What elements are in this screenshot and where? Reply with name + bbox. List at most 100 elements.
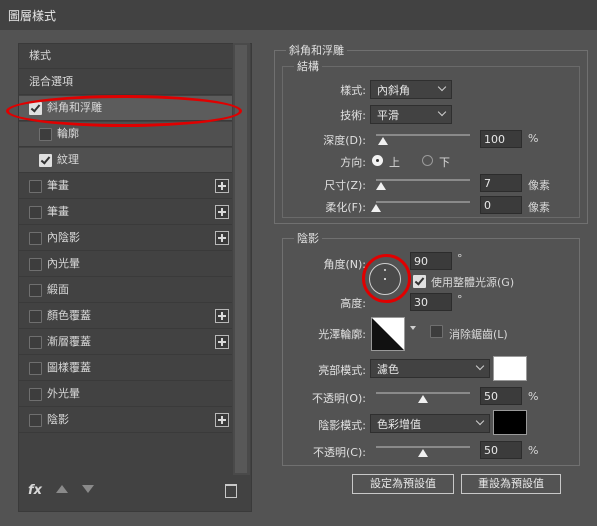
sidebar-item-stroke-2[interactable]: 筆畫 <box>19 200 232 225</box>
angle-input[interactable]: 90 <box>410 252 452 270</box>
size-slider[interactable] <box>376 179 470 181</box>
shadow-opacity-slider-handle[interactable] <box>418 449 428 457</box>
fx-icon[interactable]: fx <box>28 483 42 498</box>
section-title-structure: 結構 <box>294 58 322 74</box>
depth-slider-handle[interactable] <box>378 137 388 145</box>
stroke-1-checkbox[interactable] <box>29 180 42 193</box>
depth-input[interactable]: 100 <box>480 130 522 148</box>
gloss-contour-preview[interactable] <box>371 317 405 351</box>
sidebar-item-styles[interactable]: 樣式 <box>19 44 232 69</box>
size-slider-handle[interactable] <box>376 182 386 190</box>
technique-value: 平滑 <box>377 109 399 122</box>
add-stroke-icon[interactable] <box>215 179 229 193</box>
color-overlay-checkbox[interactable] <box>29 310 42 323</box>
sidebar-item-satin[interactable]: 緞面 <box>19 278 232 303</box>
inner-glow-checkbox[interactable] <box>29 258 42 271</box>
sidebar-item-label: 陰影 <box>47 413 69 426</box>
chevron-down-icon <box>437 107 447 117</box>
move-up-icon[interactable] <box>56 485 68 493</box>
highlight-mode-dropdown[interactable]: 濾色 <box>370 359 490 378</box>
shadow-opacity-input[interactable]: 50 <box>480 441 522 459</box>
add-gradient-overlay-icon[interactable] <box>215 335 229 349</box>
soften-unit: 像素 <box>528 201 550 214</box>
inner-shadow-checkbox[interactable] <box>29 232 42 245</box>
sidebar-item-inner-shadow[interactable]: 內陰影 <box>19 226 232 251</box>
highlight-opacity-label: 不透明(O): <box>312 392 366 405</box>
section-title-bevel: 斜角和浮雕 <box>286 42 347 58</box>
soften-label: 柔化(F): <box>325 201 366 214</box>
sidebar-item-label: 內陰影 <box>47 231 80 244</box>
chevron-down-icon[interactable] <box>410 326 416 330</box>
direction-down-radio[interactable] <box>422 155 433 166</box>
highlight-color-swatch[interactable] <box>493 356 527 381</box>
highlight-opacity-unit: % <box>528 390 539 403</box>
texture-checkbox[interactable] <box>39 154 52 167</box>
antialias-checkbox[interactable] <box>430 325 443 338</box>
gloss-contour-curve <box>372 318 404 350</box>
trash-icon[interactable] <box>225 484 237 498</box>
style-dropdown[interactable]: 內斜角 <box>370 80 452 99</box>
highlight-opacity-slider[interactable] <box>376 392 470 394</box>
highlight-opacity-input[interactable]: 50 <box>480 387 522 405</box>
add-drop-shadow-icon[interactable] <box>215 413 229 427</box>
sidebar-item-blending-options[interactable]: 混合選項 <box>19 70 232 95</box>
highlight-opacity-slider-handle[interactable] <box>418 395 428 403</box>
direction-label: 方向: <box>340 156 366 169</box>
sidebar-item-label: 圖樣覆蓋 <box>47 361 91 374</box>
soften-input[interactable]: 0 <box>480 196 522 214</box>
global-light-checkbox[interactable] <box>413 275 426 288</box>
sidebar-item-outer-glow[interactable]: 外光暈 <box>19 382 232 407</box>
sidebar-item-label: 內光暈 <box>47 257 80 270</box>
chevron-down-icon <box>437 82 447 92</box>
outer-glow-checkbox[interactable] <box>29 388 42 401</box>
window-titlebar: 圖層樣式 <box>0 0 597 30</box>
shadow-opacity-unit: % <box>528 444 539 457</box>
style-label: 樣式: <box>340 84 366 97</box>
add-inner-shadow-icon[interactable] <box>215 231 229 245</box>
window-title: 圖層樣式 <box>8 9 57 23</box>
soften-slider[interactable] <box>376 201 470 203</box>
sidebar-item-drop-shadow[interactable]: 陰影 <box>19 408 232 433</box>
make-default-button[interactable]: 設定為預設值 <box>352 474 454 494</box>
technique-dropdown[interactable]: 平滑 <box>370 105 452 124</box>
shadow-opacity-slider[interactable] <box>376 446 470 448</box>
move-down-icon[interactable] <box>82 485 94 493</box>
gradient-overlay-checkbox[interactable] <box>29 336 42 349</box>
gloss-contour-label: 光澤輪廓: <box>318 328 366 341</box>
sidebar-item-pattern-overlay[interactable]: 圖樣覆蓋 <box>19 356 232 381</box>
annotation-highlight-oval <box>6 95 242 127</box>
sidebar-item-label: 顏色覆蓋 <box>47 309 91 322</box>
sidebar-item-inner-glow[interactable]: 內光暈 <box>19 252 232 277</box>
stroke-2-checkbox[interactable] <box>29 206 42 219</box>
pattern-overlay-checkbox[interactable] <box>29 362 42 375</box>
chevron-down-icon <box>475 416 485 426</box>
altitude-input[interactable]: 30 <box>410 293 452 311</box>
sidebar-item-color-overlay[interactable]: 顏色覆蓋 <box>19 304 232 329</box>
section-title-shading: 陰影 <box>294 230 322 246</box>
altitude-label: 高度: <box>340 297 366 310</box>
sidebar-item-label: 緞面 <box>47 283 69 296</box>
soften-slider-handle[interactable] <box>371 204 381 212</box>
sidebar-item-texture[interactable]: 紋理 <box>19 148 232 173</box>
satin-checkbox[interactable] <box>29 284 42 297</box>
sidebar-item-label: 樣式 <box>29 49 51 62</box>
add-color-overlay-icon[interactable] <box>215 309 229 323</box>
highlight-mode-value: 濾色 <box>377 363 399 376</box>
direction-up-radio[interactable] <box>372 155 383 166</box>
depth-slider[interactable] <box>376 134 470 136</box>
annotation-highlight-circle <box>362 254 411 303</box>
sidebar-item-label: 漸層覆蓋 <box>47 335 91 348</box>
sidebar-item-gradient-overlay[interactable]: 漸層覆蓋 <box>19 330 232 355</box>
reset-default-button[interactable]: 重設為預設值 <box>461 474 561 494</box>
drop-shadow-checkbox[interactable] <box>29 414 42 427</box>
sidebar-item-label: 筆畫 <box>47 205 69 218</box>
size-input[interactable]: 7 <box>480 174 522 192</box>
direction-down-label: 下 <box>439 156 450 169</box>
add-stroke-icon[interactable] <box>215 205 229 219</box>
shadow-color-swatch[interactable] <box>493 410 527 435</box>
antialias-label: 消除鋸齒(L) <box>449 328 508 341</box>
depth-unit: % <box>528 132 539 145</box>
shadow-mode-dropdown[interactable]: 色彩增值 <box>370 414 490 433</box>
contour-checkbox[interactable] <box>39 128 52 141</box>
sidebar-item-stroke-1[interactable]: 筆畫 <box>19 174 232 199</box>
